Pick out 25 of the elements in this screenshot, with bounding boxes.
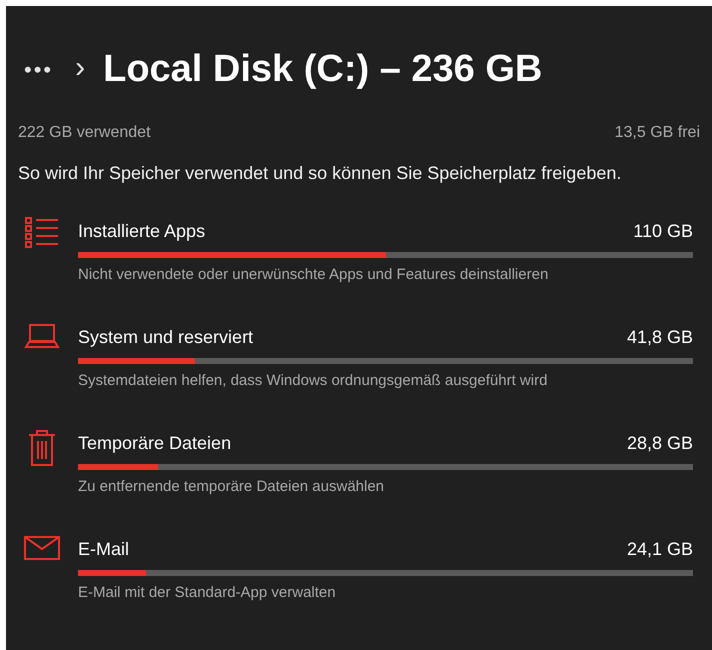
category-hint: Zu entfernende temporäre Dateien auswählen [78,477,386,497]
category-size: 41,8 GB [626,326,693,348]
mail-icon [23,534,61,562]
trash-icon [27,428,57,468]
category-size: 110 GB [633,220,693,242]
storage-category[interactable]: System und reserviert 41,8 GB Systemdateien helfen, dass Windows ordnungsgemäß ausgeführt wird [18,314,700,420]
description: So wird Ihr Speicher verwendet und so können Sie Speicherplatz freigeben. [18,162,622,185]
overflow-menu[interactable]: ••• [24,52,54,86]
storage-category[interactable]: E-Mail 24,1 GB E-Mail mit der Standard-App verwalten [18,526,700,632]
laptop-icon [24,322,60,350]
free-space: 13,5 GB frei [614,124,700,142]
category-name: System und reserviert [78,326,254,348]
category-name: E-Mail [78,538,130,560]
storage-category[interactable]: Temporäre Dateien 28,8 GB Zu entfernende temporäre Dateien auswählen [18,420,700,526]
category-name: Installierte Apps [78,220,206,242]
breadcrumb-separator: › [75,50,86,86]
page-title: Local Disk (C:) – 236 GB [103,46,542,92]
category-hint: Nicht verwendete oder unerwünschte Apps und Features deinstallieren [78,265,550,285]
storage-category[interactable]: Installierte Apps 110 GB Nicht verwendete oder unerwünschte Apps und Features deinstallieren [18,208,700,314]
category-size: 28,8 GB [626,432,693,454]
category-name: Temporäre Dateien [78,432,232,454]
category-size: 24,1 GB [626,538,693,560]
category-hint: E-Mail mit der Standard-App verwalten [78,583,337,603]
used-space: 222 GB verwendet [18,124,151,142]
category-hint: Systemdateien helfen, dass Windows ordnungsgemäß ausgeführt wird [78,371,548,391]
